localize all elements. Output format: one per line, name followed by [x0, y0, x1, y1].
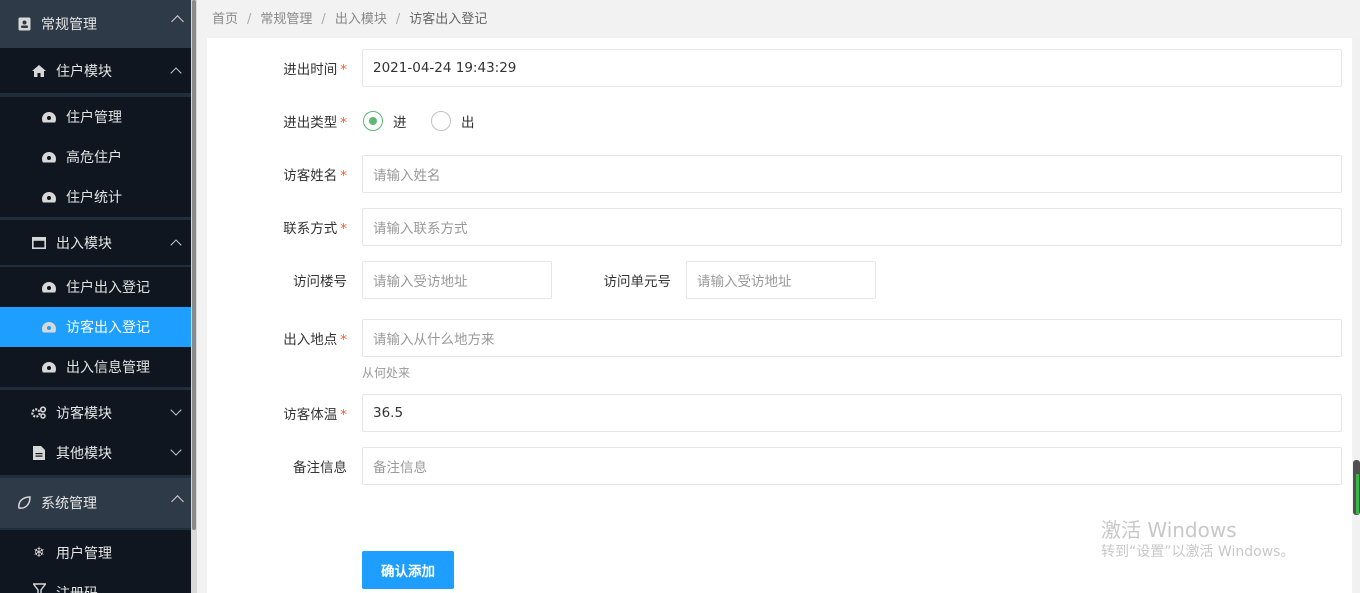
- time-input[interactable]: 2021-04-24 19:43:29: [362, 49, 1342, 87]
- dashboard-icon: [41, 152, 57, 163]
- sidebar-item-registration-code[interactable]: 注册码: [0, 575, 191, 593]
- radio-in-label: 进: [393, 115, 407, 131]
- sidebar-item-resident-management[interactable]: 住户管理: [0, 97, 191, 137]
- unit-input[interactable]: 请输入受访地址: [686, 261, 876, 299]
- dashboard-icon: [41, 112, 57, 123]
- form-card: 进出时间 * 2021-04-24 19:43:29 进出类型 * 进 出 访客姓名…: [207, 38, 1352, 593]
- sidebar-item-label: 出入信息管理: [66, 360, 150, 376]
- home-icon: [31, 64, 47, 77]
- submenu-resident[interactable]: 住户模块: [0, 48, 191, 93]
- origin-label: 出入地点 *: [283, 332, 347, 348]
- radio-out-label: 出: [461, 115, 475, 131]
- submenu-other[interactable]: 其他模块: [0, 430, 191, 475]
- required-mark: *: [340, 168, 347, 184]
- gears-icon: [31, 406, 47, 419]
- sidebar: 常规管理 住户模块 住户管理 高危住户 住户统计 出入模块 住户出入登记 访客出…: [0, 0, 191, 593]
- building-input[interactable]: 请输入受访地址: [362, 261, 552, 299]
- sidebar-item-user-management[interactable]: ❄ 用户管理: [0, 530, 191, 575]
- snowflake-icon: ❄: [33, 544, 45, 561]
- submenu-label: 住户模块: [56, 63, 112, 80]
- submenu-label: 其他模块: [56, 445, 112, 462]
- windows-activation-title: 激活 Windows: [1101, 518, 1237, 542]
- page-scrollbar[interactable]: [1353, 36, 1360, 593]
- breadcrumb-entry-module[interactable]: 出入模块: [335, 8, 387, 27]
- breadcrumb-home[interactable]: 首页: [212, 8, 238, 27]
- sidebar-item-high-risk-residents[interactable]: 高危住户: [0, 137, 191, 177]
- leaf-icon: [16, 496, 32, 510]
- menu-group-label: 系统管理: [41, 496, 97, 512]
- sidebar-item-label: 住户统计: [66, 190, 122, 206]
- chevron-up-icon: [171, 495, 184, 508]
- sidebar-item-label: 用户管理: [56, 545, 112, 562]
- chevron-up-icon: [170, 67, 182, 79]
- breadcrumb-separator: /: [395, 12, 401, 27]
- temperature-label: 访客体温 *: [283, 407, 347, 423]
- file-icon: [31, 445, 47, 460]
- sidebar-item-label: 访客出入登记: [66, 320, 150, 336]
- chevron-up-icon: [170, 239, 182, 251]
- windows-activation-hint: 转到“设置”以激活 Windows。: [1101, 544, 1295, 560]
- submenu-label: 出入模块: [56, 235, 112, 252]
- filter-icon: [31, 583, 47, 593]
- radio-out[interactable]: 出: [431, 111, 475, 131]
- dashboard-icon: [41, 192, 57, 203]
- contact-input[interactable]: 请输入联系方式: [362, 208, 1342, 246]
- sidebar-item-label: 住户管理: [66, 110, 122, 126]
- breadcrumb-separator: /: [247, 12, 252, 27]
- breadcrumb-regular-management[interactable]: 常规管理: [260, 8, 312, 27]
- sidebar-item-label: 高危住户: [66, 150, 122, 166]
- window-icon: [31, 236, 47, 249]
- dashboard-icon: [41, 322, 57, 333]
- submenu-label: 访客模块: [56, 405, 112, 422]
- sidebar-item-visitor-entry-register[interactable]: 访客出入登记: [0, 307, 191, 347]
- main-content: 首页 / 常规管理 / 出入模块 / 访客出入登记 进出时间 * 2021-04-24 19:…: [197, 0, 1360, 593]
- chevron-down-icon: [170, 404, 182, 416]
- temperature-input[interactable]: 36.5: [362, 394, 1342, 432]
- time-label: 进出时间 *: [283, 62, 347, 78]
- required-mark: *: [340, 62, 347, 78]
- submenu-visitor[interactable]: 访客模块: [0, 390, 191, 435]
- contact-label: 联系方式 *: [283, 221, 347, 237]
- building-label: 访问楼号: [293, 274, 347, 290]
- required-mark: *: [340, 407, 347, 423]
- dashboard-icon: [41, 282, 57, 293]
- chevron-up-icon: [171, 15, 184, 28]
- name-label: 访客姓名 *: [283, 168, 347, 184]
- scroll-indicator: [1356, 474, 1359, 514]
- origin-hint: 从何处来: [362, 366, 411, 380]
- type-label: 进出类型 *: [283, 115, 347, 131]
- radio-checked-icon: [363, 111, 383, 131]
- required-mark: *: [340, 332, 347, 348]
- sidebar-scrollbar-thumb[interactable]: [192, 0, 196, 530]
- remark-label: 备注信息: [293, 460, 347, 476]
- breadcrumb-current: 访客出入登记: [409, 12, 488, 27]
- menu-group-label: 常规管理: [41, 17, 97, 33]
- required-mark: *: [340, 115, 347, 131]
- breadcrumb: 首页 / 常规管理 / 出入模块 / 访客出入登记: [212, 8, 487, 27]
- contact-card-icon: [16, 17, 32, 31]
- submenu-entry-exit[interactable]: 出入模块: [0, 220, 191, 265]
- menu-group-system[interactable]: 系统管理: [0, 478, 191, 528]
- unit-label: 访问单元号: [603, 274, 672, 290]
- menu-group-regular[interactable]: 常规管理: [0, 0, 191, 48]
- sidebar-item-label: 住户出入登记: [66, 280, 150, 296]
- dashboard-icon: [41, 362, 57, 373]
- chevron-down-icon: [170, 444, 182, 456]
- visitor-name-input[interactable]: 请输入姓名: [362, 155, 1342, 193]
- breadcrumb-separator: /: [321, 12, 326, 27]
- radio-in[interactable]: 进: [363, 111, 407, 131]
- confirm-add-button[interactable]: 确认添加: [362, 551, 454, 589]
- sidebar-item-resident-statistics[interactable]: 住户统计: [0, 177, 191, 217]
- sidebar-item-entry-info-management[interactable]: 出入信息管理: [0, 347, 191, 387]
- remark-input[interactable]: 备注信息: [362, 447, 1342, 485]
- origin-input[interactable]: 请输入从什么地方来: [362, 319, 1342, 357]
- sidebar-item-resident-entry-register[interactable]: 住户出入登记: [0, 267, 191, 307]
- sidebar-item-label: 注册码: [56, 583, 98, 593]
- required-mark: *: [340, 221, 347, 237]
- radio-unchecked-icon: [431, 111, 451, 131]
